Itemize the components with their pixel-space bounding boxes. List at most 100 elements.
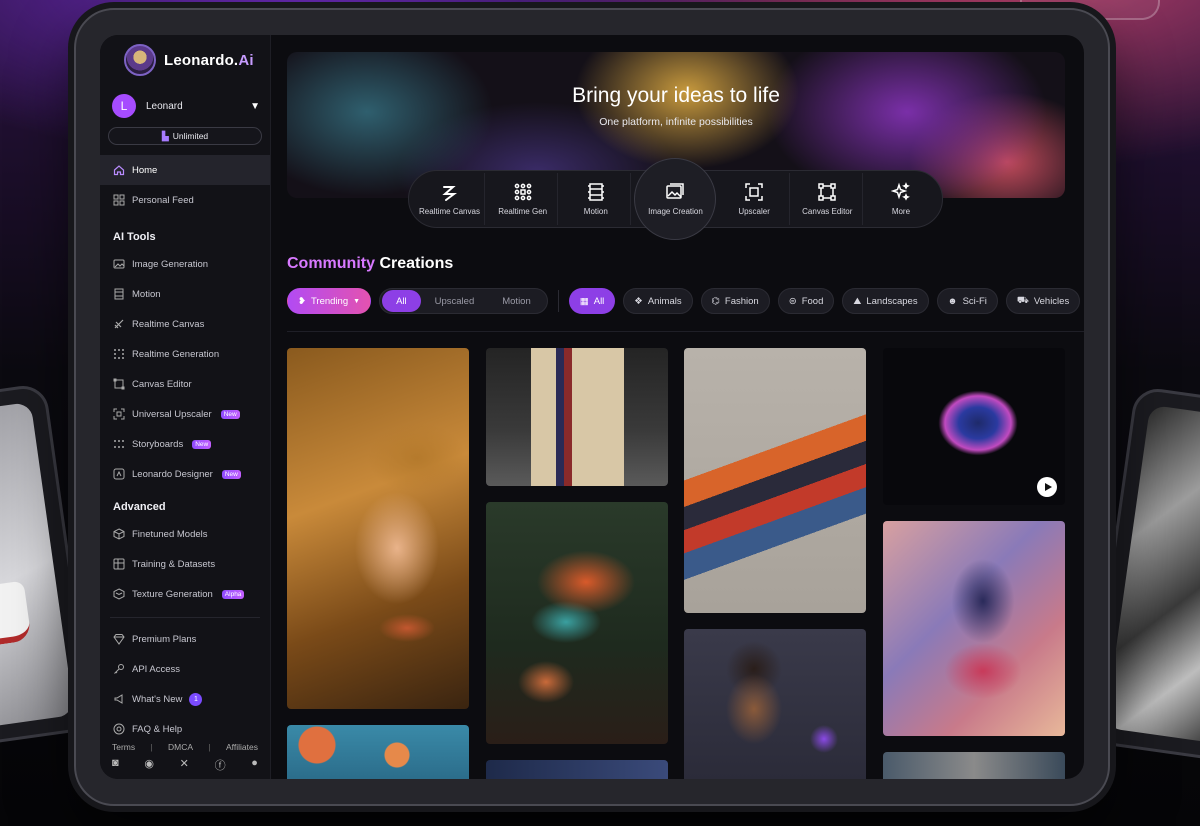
texture-icon [113,588,125,600]
brush-icon [113,318,125,330]
sidebar-item-realtime-generation[interactable]: Realtime Generation [100,339,270,369]
new-badge: New [192,439,212,449]
sidebar-item-motion[interactable]: Motion [100,279,270,309]
megaphone-icon [113,693,125,705]
sidebar-item-realtime-canvas[interactable]: Realtime Canvas [100,309,270,339]
category-landscapes[interactable]: ⛰ Landscapes [842,288,929,314]
grid-icon: ▦ [579,295,589,307]
sidebar-item-faq-help[interactable]: FAQ & Help [100,714,270,744]
creation-card-abstract-blob[interactable] [883,348,1065,505]
alpha-badge: Alpha [221,589,245,599]
sidebar-item-training-datasets[interactable]: Training & Datasets [100,549,270,579]
canvas-icon [818,183,837,201]
sidebar: Leonardo.Ai L Leonard ▼ ▙ Unlimited Home… [100,35,271,779]
reddit-icon[interactable]: ◉ [144,757,154,773]
tool-upscaler[interactable]: Upscaler [720,173,790,225]
help-icon [113,723,125,735]
tool-more[interactable]: More [866,173,936,225]
cube-icon [113,528,125,540]
type-upscaled[interactable]: Upscaled [421,290,489,312]
bottom-nav: Premium Plans API Access What's New 1 FA… [100,624,270,744]
play-icon[interactable] [1037,477,1057,497]
creations-grid [287,348,1067,779]
x-icon[interactable]: ✕ [180,757,189,773]
hero-title: Bring your ideas to life [572,84,780,107]
upscale-icon [745,183,763,201]
sort-dropdown[interactable]: ❥ Trending ▼ [287,288,372,314]
sidebar-item-leonardo-designer[interactable]: Leonardo Designer New [100,459,270,489]
caret-down-icon[interactable]: ▼ [250,101,260,112]
community-title: Community Creations [287,255,454,272]
sparkle-grid-icon [113,348,125,360]
sidebar-item-personal-feed[interactable]: Personal Feed [100,185,270,215]
new-badge: New [220,409,240,419]
sidebar-item-canvas-editor[interactable]: Canvas Editor [100,369,270,399]
sidebar-item-image-generation[interactable]: Image Generation [100,249,270,279]
sidebar-item-storyboards[interactable]: Storyboards New [100,429,270,459]
app-window: Leonardo.Ai L Leonard ▼ ▙ Unlimited Home… [100,35,1084,779]
creation-card-animated-girl[interactable] [684,629,866,779]
user-menu[interactable]: L Leonard ▼ [100,92,270,120]
sidebar-item-premium-plans[interactable]: Premium Plans [100,624,270,654]
terms-link[interactable]: Terms [112,742,135,752]
creation-card-mushrooms[interactable] [287,725,469,779]
type-all[interactable]: All [382,290,421,312]
creation-card-blue-blur[interactable] [486,760,668,779]
alien-icon: ☻ [947,295,958,307]
plan-badge[interactable]: ▙ Unlimited [108,127,262,145]
film-icon [587,183,604,201]
sidebar-item-universal-upscaler[interactable]: Universal Upscaler New [100,399,270,429]
sidebar-item-whats-new[interactable]: What's New 1 [100,684,270,714]
filter-bar: ❥ Trending ▼ All Upscaled Motion ▦ All ❖… [287,288,1084,314]
flame-icon: ❥ [298,295,306,307]
category-fashion[interactable]: ⌬ Fashion [700,288,770,314]
brand[interactable]: Leonardo.Ai [100,43,270,77]
sidebar-item-finetuned-models[interactable]: Finetuned Models [100,519,270,549]
social-links: ◙ ◉ ✕ ⓕ ● [100,757,270,773]
creation-card-portrait-bottom[interactable] [883,752,1065,779]
tool-canvas-editor[interactable]: Canvas Editor [793,173,863,225]
home-icon [113,164,125,176]
category-sci-fi[interactable]: ☻ Sci-Fi [936,288,998,314]
sidebar-item-api-access[interactable]: API Access [100,654,270,684]
discord-icon[interactable]: ◙ [112,757,119,773]
image-icon [666,183,685,199]
creation-card-handbag[interactable] [486,348,668,486]
affiliates-link[interactable]: Affiliates [226,742,258,752]
sidebar-item-texture-generation[interactable]: Texture Generation Alpha [100,579,270,609]
tool-motion[interactable]: Motion [561,173,632,225]
creation-card-golden-woman[interactable] [287,348,469,709]
category-food[interactable]: ⊜ Food [777,288,835,314]
dataset-icon [113,558,125,570]
category-all[interactable]: ▦ All [568,288,616,314]
type-motion[interactable]: Motion [488,290,545,312]
section-advanced: Advanced [113,501,166,513]
ai-tools-list: Image Generation Motion Realtime Canvas … [100,249,270,489]
category-vehicles[interactable]: ⛟ Vehicles [1005,288,1081,314]
paw-icon: ❖ [634,295,643,307]
creation-card-illustrated-woman[interactable] [883,521,1065,736]
upscale-icon [113,408,125,420]
tool-launcher: Realtime Canvas Realtime Gen Motion Imag… [408,158,943,240]
tool-realtime-gen[interactable]: Realtime Gen [488,173,559,225]
food-icon: ⊜ [788,295,797,307]
section-ai-tools: AI Tools [113,231,156,243]
creation-card-chameleon[interactable] [486,502,668,744]
brush-icon [441,186,457,201]
category-animals[interactable]: ❖ Animals [623,288,693,314]
creation-card-fashion-dress[interactable] [684,348,866,613]
main-content: Bring your ideas to life One platform, i… [271,35,1084,779]
sparkle-grid-icon [514,183,532,201]
filter-separator [557,290,559,312]
tool-image-creation[interactable]: Image Creation [634,158,717,240]
sidebar-divider [110,617,260,618]
hanger-icon: ⌬ [711,295,720,307]
dmca-link[interactable]: DMCA [168,742,193,752]
apple-icon[interactable]: ● [251,757,258,773]
diamond-icon [113,633,125,645]
sidebar-item-home[interactable]: Home [100,155,270,185]
facebook-icon[interactable]: ⓕ [215,757,226,773]
type-filter: All Upscaled Motion [379,288,548,314]
grid-icon [113,194,125,206]
tool-realtime-canvas[interactable]: Realtime Canvas [415,173,485,225]
